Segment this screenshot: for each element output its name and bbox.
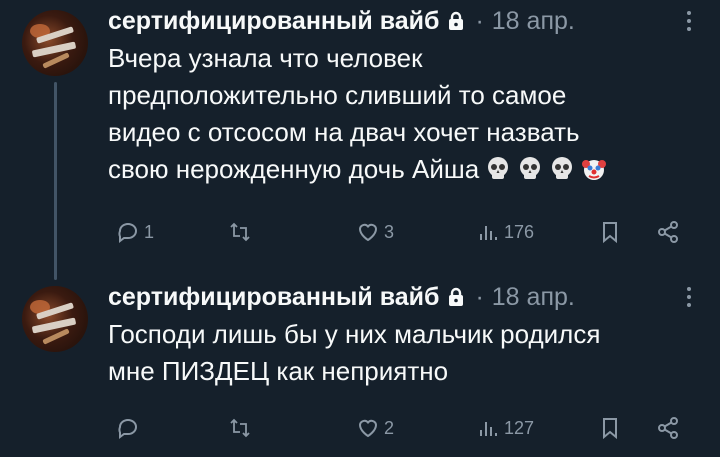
tweet-actions: 2 127	[108, 416, 708, 446]
reply-icon	[118, 419, 137, 439]
clown-emoji	[582, 160, 607, 180]
separator-dot: ·	[475, 282, 484, 311]
tweet-text-segment: свою нерожденную дочь Айша	[108, 154, 480, 184]
tweet-text-line: Господи лишь бы у них мальчик родился	[108, 319, 601, 349]
retweet-button[interactable]	[228, 220, 256, 244]
tweet-text-line: мне ПИЗДЕЦ как неприятно	[108, 356, 449, 386]
tweet-text: Вчера узнала что человек предположительн…	[108, 40, 708, 188]
reply-icon	[118, 223, 137, 243]
tweet-header: сертифицированный вайб · 18 апр.	[108, 4, 575, 38]
reply-button[interactable]	[116, 416, 144, 440]
tweet[interactable]: сертифицированный вайб · 18 апр. Вчера у…	[0, 0, 720, 280]
thread: сертифицированный вайб · 18 апр. Вчера у…	[0, 0, 720, 457]
views-count: 176	[504, 221, 535, 242]
tweet-date[interactable]: 18 апр.	[492, 283, 575, 312]
tweet-text-line: Вчера узнала что человек	[108, 43, 423, 73]
author-name[interactable]: сертифицированный вайб	[108, 7, 439, 36]
skull-emoji	[552, 157, 573, 179]
skull-emoji	[488, 157, 509, 179]
separator-dot: ·	[475, 6, 484, 35]
bookmark-button[interactable]	[598, 416, 622, 440]
tweet-header: сертифицированный вайб · 18 апр.	[108, 280, 575, 314]
tweet-actions: 1 3 176	[108, 220, 708, 250]
avatar[interactable]	[22, 286, 88, 352]
thread-connector-line	[54, 82, 57, 280]
more-options-icon[interactable]	[686, 286, 692, 308]
heart-icon	[358, 223, 378, 242]
skull-emoji	[520, 157, 541, 179]
author-name[interactable]: сертифицированный вайб	[108, 283, 439, 312]
views-icon	[480, 422, 497, 436]
lock-icon	[449, 11, 464, 30]
retweet-button[interactable]	[228, 416, 256, 440]
retweet-icon	[230, 418, 250, 438]
share-icon	[658, 417, 678, 439]
views-button[interactable]: 176	[476, 220, 534, 244]
bookmark-icon	[603, 222, 617, 244]
like-count: 2	[384, 417, 395, 438]
bookmark-icon	[603, 418, 617, 440]
tweet-text-line-with-emoji: свою нерожденную дочь Айша	[108, 151, 708, 188]
tweet-text-line: видео с отсосом на двач хочет назвать	[108, 117, 580, 147]
tweet-text-line: предположительно сливший то самое	[108, 80, 567, 110]
tweet-text: Господи лишь бы у них мальчик родился мн…	[108, 316, 708, 390]
share-button[interactable]	[656, 220, 680, 244]
more-options-icon[interactable]	[686, 10, 692, 32]
avatar[interactable]	[22, 10, 88, 76]
share-button[interactable]	[656, 416, 680, 440]
reply-button[interactable]: 1	[116, 220, 154, 244]
bookmark-button[interactable]	[598, 220, 622, 244]
lock-icon	[449, 287, 464, 306]
tweet[interactable]: сертифицированный вайб · 18 апр. Господи…	[0, 276, 720, 457]
heart-icon	[358, 419, 378, 438]
views-button[interactable]: 127	[476, 416, 534, 440]
views-icon	[480, 226, 497, 240]
like-button[interactable]: 2	[356, 416, 394, 440]
share-icon	[658, 221, 678, 243]
like-button[interactable]: 3	[356, 220, 394, 244]
reply-count: 1	[144, 221, 155, 242]
retweet-icon	[230, 222, 250, 242]
tweet-date[interactable]: 18 апр.	[492, 7, 575, 36]
views-count: 127	[504, 417, 535, 438]
like-count: 3	[384, 221, 395, 242]
